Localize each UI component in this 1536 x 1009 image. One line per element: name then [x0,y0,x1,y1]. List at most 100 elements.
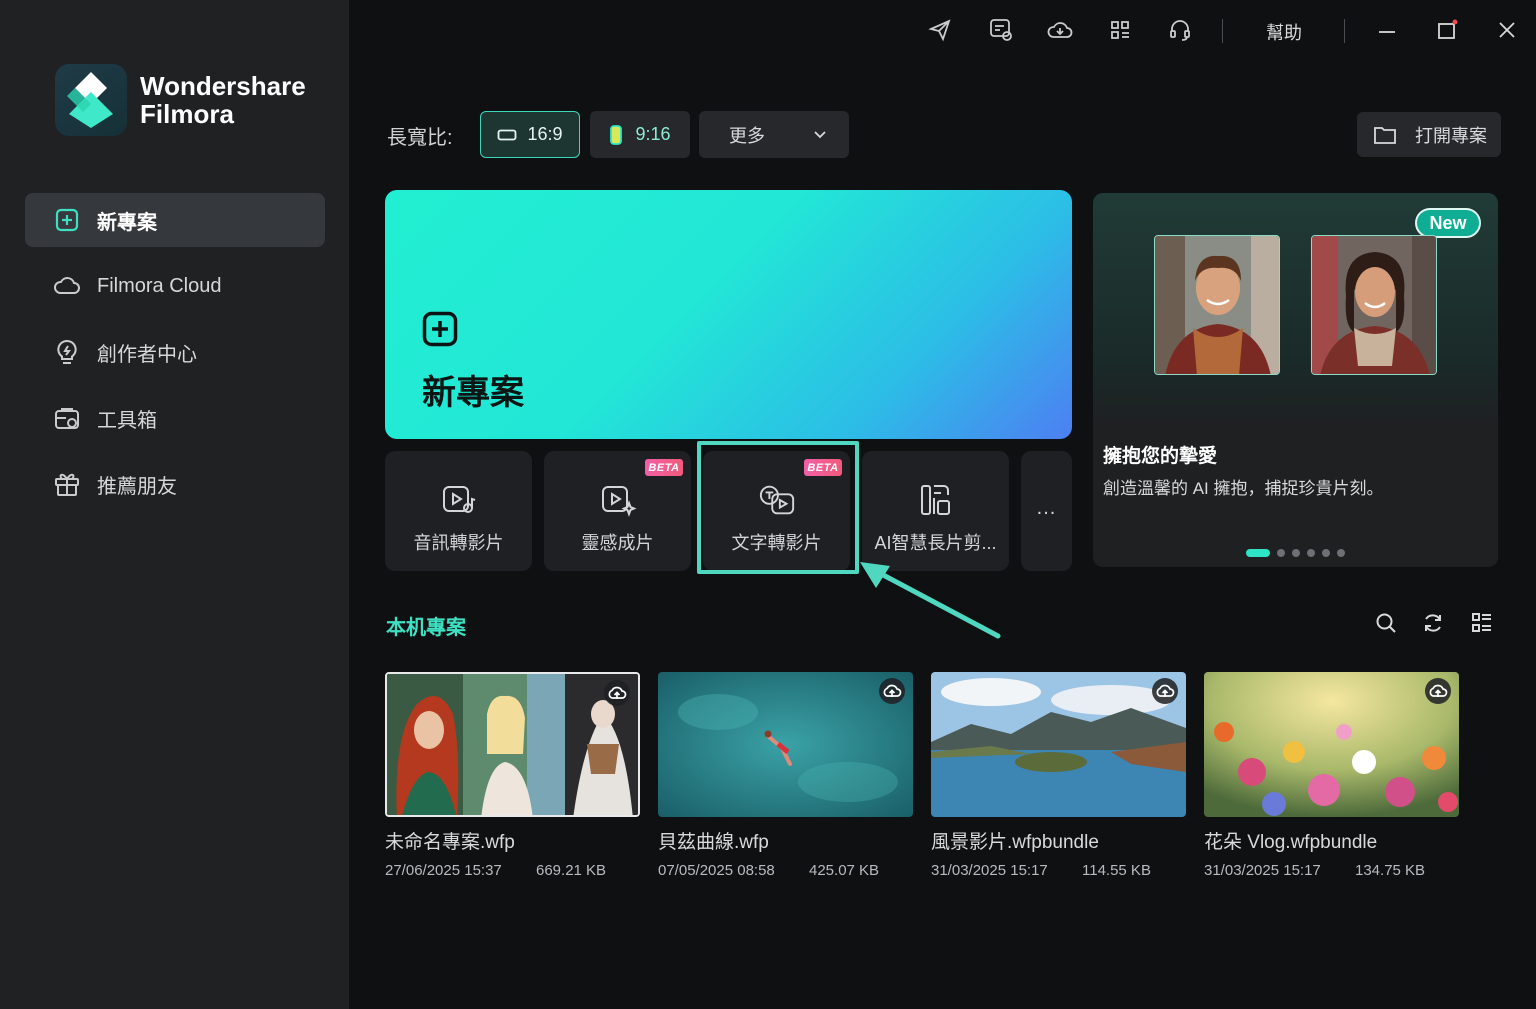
project-date: 31/03/2025 15:17 [1204,862,1321,879]
project-date: 27/06/2025 15:37 [385,862,502,879]
aspect-ratio-label: 長寬比: [387,127,453,149]
titlebar-divider [1222,19,1223,43]
help-menu[interactable]: 幫助 [1266,19,1302,45]
tool-text-to-video[interactable]: BETA 文字轉影片 [703,451,850,571]
project-name: 風景影片.wfpbundle [931,832,1099,853]
project-card[interactable]: 花朵 Vlog.wfpbundle 31/03/2025 15:17 134.75… [1204,672,1459,879]
sidebar-item-label: 新專案 [97,211,157,234]
filmora-logo-icon [55,64,127,136]
carousel-dots[interactable] [1246,549,1345,557]
list-view-icon[interactable] [1469,610,1495,636]
brand-name: Wondershare Filmora [140,72,306,128]
cloud-upload-icon[interactable] [1152,678,1178,704]
carousel-dot[interactable] [1292,549,1300,557]
project-thumbnail[interactable] [385,672,640,817]
carousel-dot[interactable] [1307,549,1315,557]
tool-audio-to-video[interactable]: 音訊轉影片 [385,451,532,571]
project-card[interactable]: 風景影片.wfpbundle 31/03/2025 15:17 114.55 KB [931,672,1186,879]
project-card[interactable]: 未命名專案.wfp 27/06/2025 15:37 669.21 KB [385,672,640,879]
close-icon[interactable] [1493,16,1521,44]
maximize-icon[interactable] [1433,16,1461,44]
tool-ai-long-video-cut[interactable]: AI智慧長片剪... [862,451,1009,571]
beta-badge: BETA [804,459,842,476]
new-project-icon [53,206,81,234]
aspect-16-9-button[interactable]: 16:9 [480,111,580,158]
promo-title: 擁抱您的摯愛 [1103,446,1218,467]
project-size: 669.21 KB [536,862,607,879]
lightbulb-icon [53,338,81,366]
carousel-dot[interactable] [1277,549,1285,557]
project-thumbnail[interactable] [1204,672,1459,817]
aspect-more-label: 更多 [729,125,765,146]
sidebar-item-creator-center[interactable]: 創作者中心 [25,325,325,379]
project-thumbnail[interactable] [931,672,1186,817]
promo-portrait-woman [1311,235,1437,375]
cloud-icon [53,272,81,300]
sidebar-item-new-project[interactable]: 新專案 [25,193,325,247]
ai-long-video-cut-icon [917,481,955,519]
project-card[interactable]: 貝茲曲線.wfp 07/05/2025 08:58 425.07 KB [658,672,913,879]
sidebar-item-label: 推薦朋友 [97,475,177,498]
apps-grid-icon[interactable] [1106,16,1134,44]
sidebar-item-refer-friends[interactable]: 推薦朋友 [25,457,325,511]
add-square-icon [422,311,458,347]
project-thumbnail[interactable] [658,672,913,817]
carousel-dot[interactable] [1337,549,1345,557]
beta-badge: BETA [645,459,683,476]
sidebar-item-label: Filmora Cloud [97,274,222,297]
promo-card[interactable]: New 擁抱您的摯愛 創造溫馨的 AI 擁抱，捕捉珍貴片刻。 [1093,193,1498,567]
aspect-16-9-label: 16:9 [527,124,563,144]
cloud-upload-icon[interactable] [604,680,630,706]
tool-label: 文字轉影片 [731,533,822,553]
carousel-dot[interactable] [1322,549,1330,557]
project-name: 貝茲曲線.wfp [658,832,769,853]
project-size: 114.55 KB [1082,862,1151,879]
aspect-9-16-button[interactable]: 9:16 [590,111,690,158]
tool-inspiration-video[interactable]: BETA 靈感成片 [544,451,691,571]
tool-label: 靈感成片 [581,533,654,553]
sidebar-item-toolbox[interactable]: 工具箱 [25,391,325,445]
audio-to-video-icon [440,481,478,519]
open-project-label: 打開專案 [1415,125,1487,146]
sidebar-item-label: 工具箱 [97,409,157,432]
folder-icon [1374,126,1396,144]
tool-label: AI智慧長片剪... [874,533,997,553]
project-size: 425.07 KB [809,862,880,879]
sidebar-item-filmora-cloud[interactable]: Filmora Cloud [25,259,325,313]
minimize-icon[interactable] [1373,16,1401,44]
support-headset-icon[interactable] [1166,16,1194,44]
cloud-upload-icon[interactable] [1425,678,1451,704]
sidebar-item-label: 創作者中心 [97,343,197,366]
project-size: 134.75 KB [1355,862,1426,879]
cloud-sync-icon[interactable] [1046,16,1074,44]
brand-line-1: Wondershare [140,71,306,101]
project-date: 07/05/2025 08:58 [658,862,775,879]
messages-icon[interactable] [987,16,1015,44]
send-feedback-icon[interactable] [926,16,954,44]
search-icon[interactable] [1373,610,1399,636]
project-date: 31/03/2025 15:17 [931,862,1048,879]
open-project-button[interactable]: 打開專案 [1357,112,1501,157]
text-to-video-icon [758,481,796,519]
local-projects-title: 本机專案 [386,617,466,639]
annotation-arrow-icon [860,562,1001,639]
project-name: 花朵 Vlog.wfpbundle [1204,832,1378,853]
hero-title: 新專案 [422,374,524,412]
aspect-more-dropdown[interactable]: 更多 [699,111,849,158]
more-tools-button[interactable]: ... [1021,451,1072,571]
refresh-icon[interactable] [1420,610,1446,636]
new-badge: New [1415,208,1481,238]
landscape-icon [498,129,517,140]
toolbox-icon [53,404,81,432]
new-project-hero-button[interactable]: 新專案 [385,190,1072,439]
chevron-down-icon [814,130,826,138]
more-tools-label: ... [1036,497,1057,519]
aspect-9-16-label: 9:16 [635,124,671,144]
carousel-dot-active[interactable] [1246,549,1270,557]
sidebar: Wondershare Filmora 新專案 Filmora Cloud 創作… [0,0,349,1009]
promo-portrait-man [1154,235,1280,375]
promo-description: 創造溫馨的 AI 擁抱，捕捉珍貴片刻。 [1103,479,1384,498]
portrait-icon [610,124,623,145]
cloud-upload-icon[interactable] [879,678,905,704]
titlebar-divider [1344,19,1345,43]
